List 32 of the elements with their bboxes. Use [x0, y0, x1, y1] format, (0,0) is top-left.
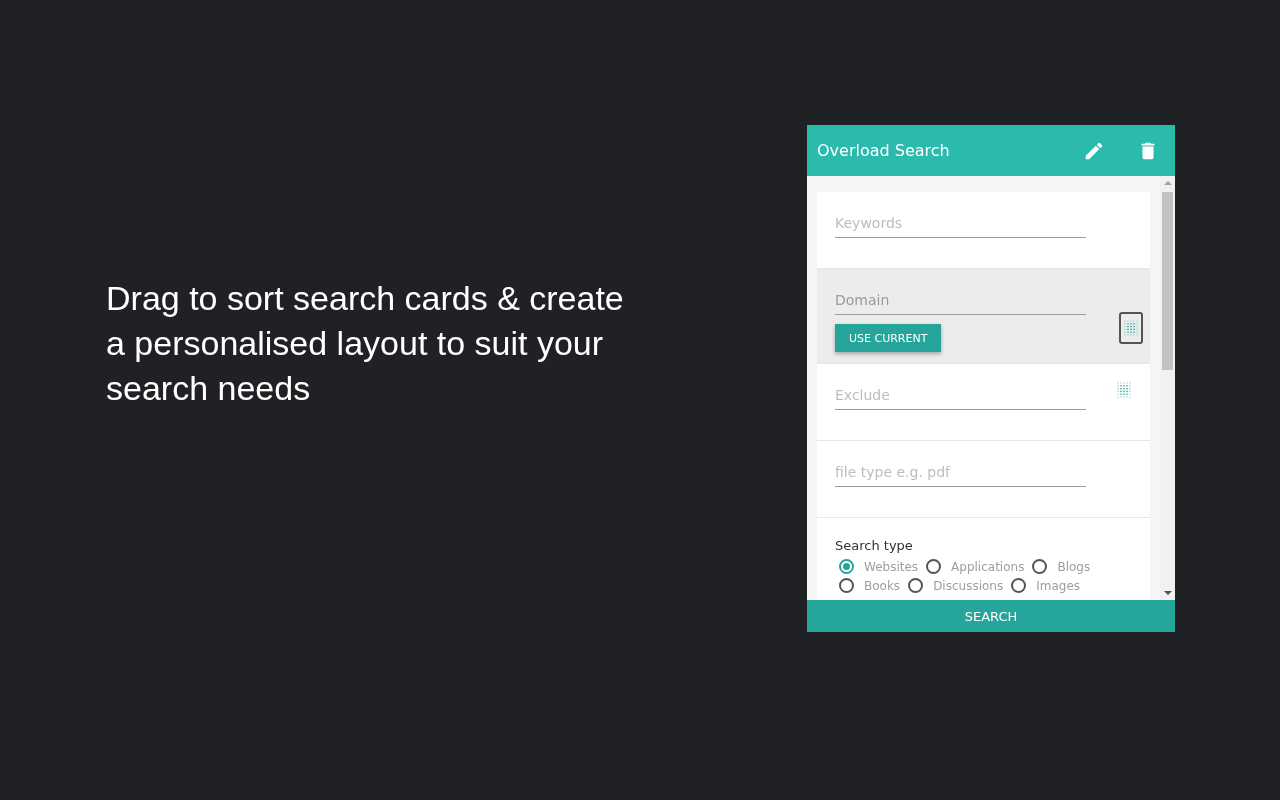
input-field[interactable]: Domain	[835, 289, 1086, 315]
panel-title: Overload Search	[817, 141, 951, 160]
radio-button[interactable]	[926, 559, 942, 574]
search-card[interactable]: file type e.g. pdf	[817, 441, 1150, 518]
input-field[interactable]: file type e.g. pdf	[835, 461, 1086, 487]
radio-label[interactable]: Books	[864, 578, 901, 593]
radio-label[interactable]: Images	[1036, 578, 1081, 593]
search-card[interactable]: Keywords	[817, 192, 1150, 269]
radio-label[interactable]: Blogs	[1057, 559, 1091, 574]
radio-button[interactable]	[839, 559, 854, 574]
use-current-button[interactable]: USE CURRENT	[835, 324, 942, 352]
radio-button[interactable]	[1011, 578, 1027, 593]
radio-label[interactable]: Discussions	[933, 578, 1004, 593]
drag-handle-icon[interactable]	[1116, 382, 1132, 398]
scrollbar[interactable]	[1160, 176, 1175, 600]
search-button[interactable]: SEARCH	[807, 600, 1175, 632]
grip-icon	[1123, 320, 1139, 336]
radio-button[interactable]	[908, 578, 924, 593]
radio-label[interactable]: Websites	[864, 559, 919, 574]
search-type-label: Search type	[835, 538, 914, 553]
input-field[interactable]: Keywords	[835, 212, 1086, 238]
scroll-down-icon[interactable]	[1163, 591, 1172, 595]
scroll-thumb[interactable]	[1162, 192, 1173, 370]
search-card[interactable]: Domain USE CURRENT	[817, 269, 1150, 364]
search-card[interactable]: Search type Websites Applications Blogs Books Discussions Images	[817, 518, 1150, 600]
input-field[interactable]: Exclude	[835, 384, 1086, 410]
caption-text: Drag to sort search cards & create a personalised layout to suit your search needs	[106, 278, 625, 409]
radio-button[interactable]	[1032, 559, 1048, 574]
search-card[interactable]: Exclude	[817, 364, 1150, 441]
radio-button[interactable]	[839, 578, 854, 593]
drag-handle[interactable]	[1119, 312, 1143, 344]
radio-label[interactable]: Applications	[951, 559, 1025, 574]
